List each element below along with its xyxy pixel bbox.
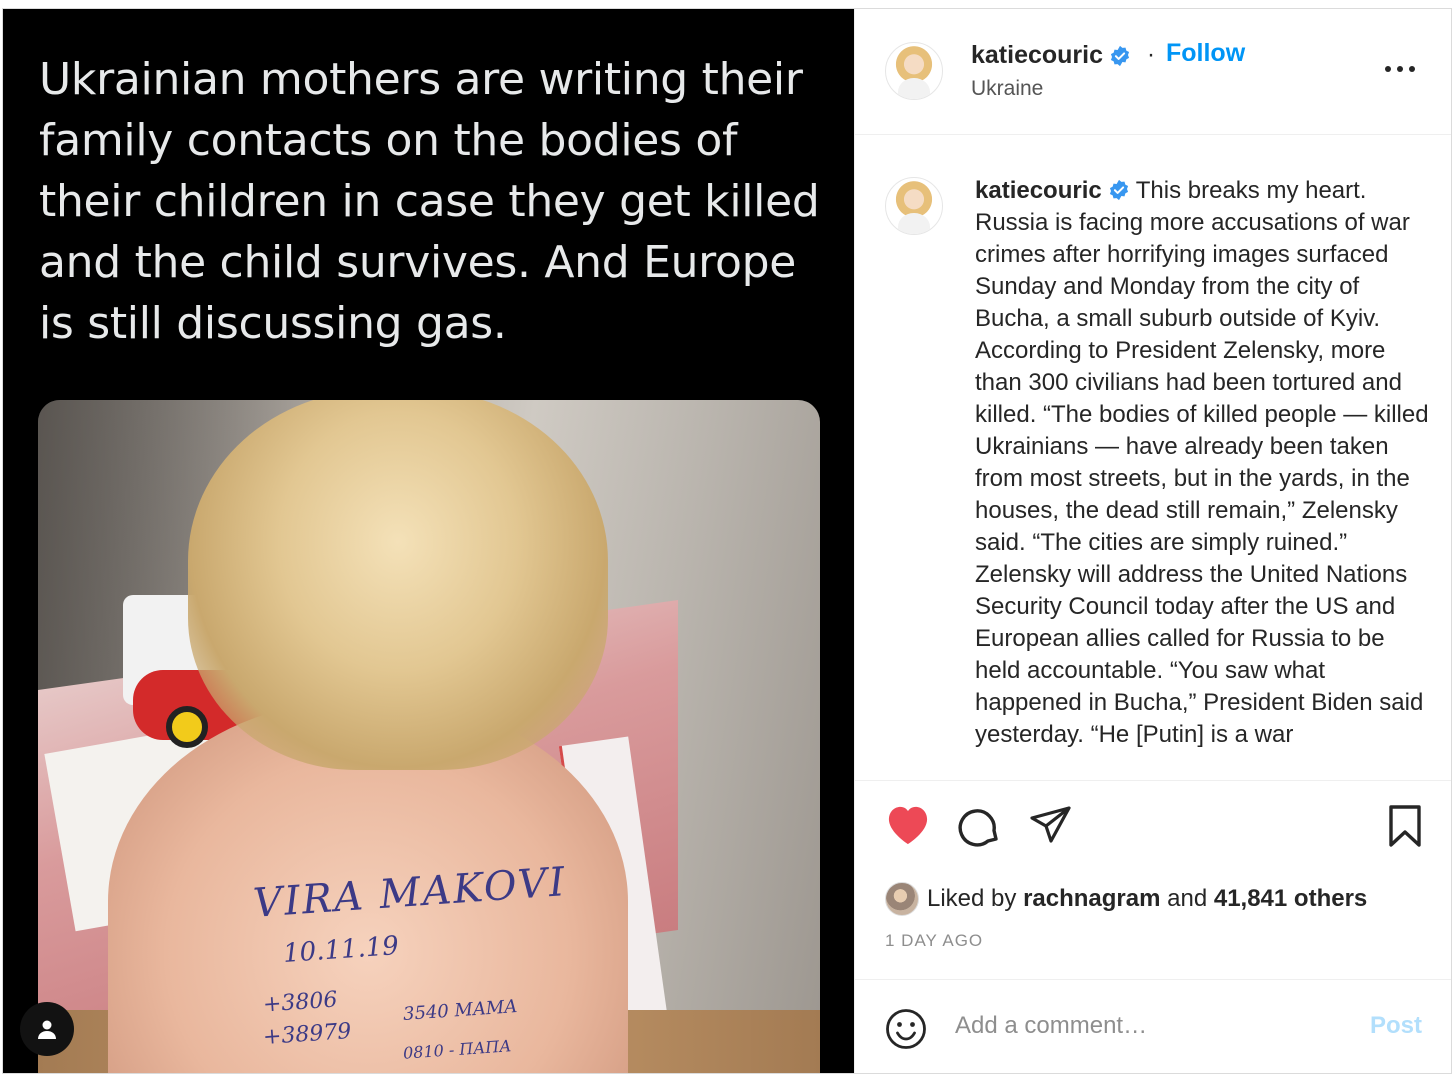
ink-phone-1: +3806 — [262, 987, 339, 1018]
avatar[interactable] — [885, 42, 943, 100]
user-tag-icon — [38, 1020, 56, 1039]
photo-child-hair — [188, 400, 608, 770]
post-modal: Ukrainian mothers are writing their fami… — [2, 8, 1452, 1074]
post-timestamp[interactable]: 1 DAY AGO — [885, 931, 983, 951]
smiley-icon — [886, 1009, 926, 1049]
caption-username[interactable]: katiecouric — [975, 177, 1102, 204]
likes-prefix: Liked by — [927, 885, 1017, 912]
follow-button[interactable]: Follow — [1166, 39, 1245, 68]
post-header: katiecouric · Follow Ukraine — [855, 9, 1451, 135]
username-text[interactable]: katiecouric — [971, 41, 1103, 69]
comment-button[interactable] — [957, 804, 1001, 853]
tweet-text: Ukrainian mothers are writing their fami… — [39, 54, 820, 349]
share-button[interactable] — [1029, 804, 1073, 853]
ellipsis-icon[interactable] — [1385, 57, 1419, 81]
caption: katiecouric This breaks my heart. Russia… — [975, 175, 1435, 751]
caption-text: This breaks my heart. Russia is facing m… — [975, 177, 1429, 748]
post-comment-button[interactable]: Post — [1370, 1012, 1422, 1040]
post-sidebar: katiecouric · Follow Ukraine katiecouric… — [854, 9, 1451, 1073]
verified-badge-icon — [1110, 46, 1130, 67]
header-separator: · — [1147, 41, 1155, 68]
header-username[interactable]: katiecouric — [971, 41, 1131, 70]
user-tag-button[interactable] — [20, 1002, 74, 1056]
comment-icon — [958, 809, 998, 847]
child-back-photo: VIRA MAKOVI 10.11.19 +3806 +38979 3540 M… — [38, 400, 820, 1073]
emoji-button[interactable] — [885, 1008, 927, 1055]
save-button[interactable] — [1387, 804, 1423, 853]
action-bar — [855, 804, 1451, 854]
likes-count-link[interactable]: 41,841 others — [1214, 885, 1367, 913]
comment-input[interactable] — [955, 1006, 1335, 1046]
like-button[interactable] — [885, 804, 931, 851]
photo-toy-wheel — [166, 706, 208, 748]
verified-badge-icon — [1109, 179, 1128, 201]
likes-summary: Liked by rachnagram and 41,841 others — [885, 879, 1367, 919]
caption-scroll-area[interactable]: katiecouric This breaks my heart. Russia… — [855, 135, 1451, 781]
paper-plane-icon — [1030, 806, 1071, 843]
avatar[interactable] — [885, 882, 919, 916]
caption-avatar[interactable] — [885, 177, 943, 235]
likes-and: and — [1167, 885, 1208, 912]
heart-icon — [888, 806, 928, 845]
comment-bar: Post — [855, 979, 1451, 1073]
bookmark-icon — [1389, 805, 1421, 847]
liked-by-username[interactable]: rachnagram — [1023, 885, 1160, 913]
post-media[interactable]: Ukrainian mothers are writing their fami… — [3, 9, 854, 1073]
location-link[interactable]: Ukraine — [971, 77, 1043, 101]
